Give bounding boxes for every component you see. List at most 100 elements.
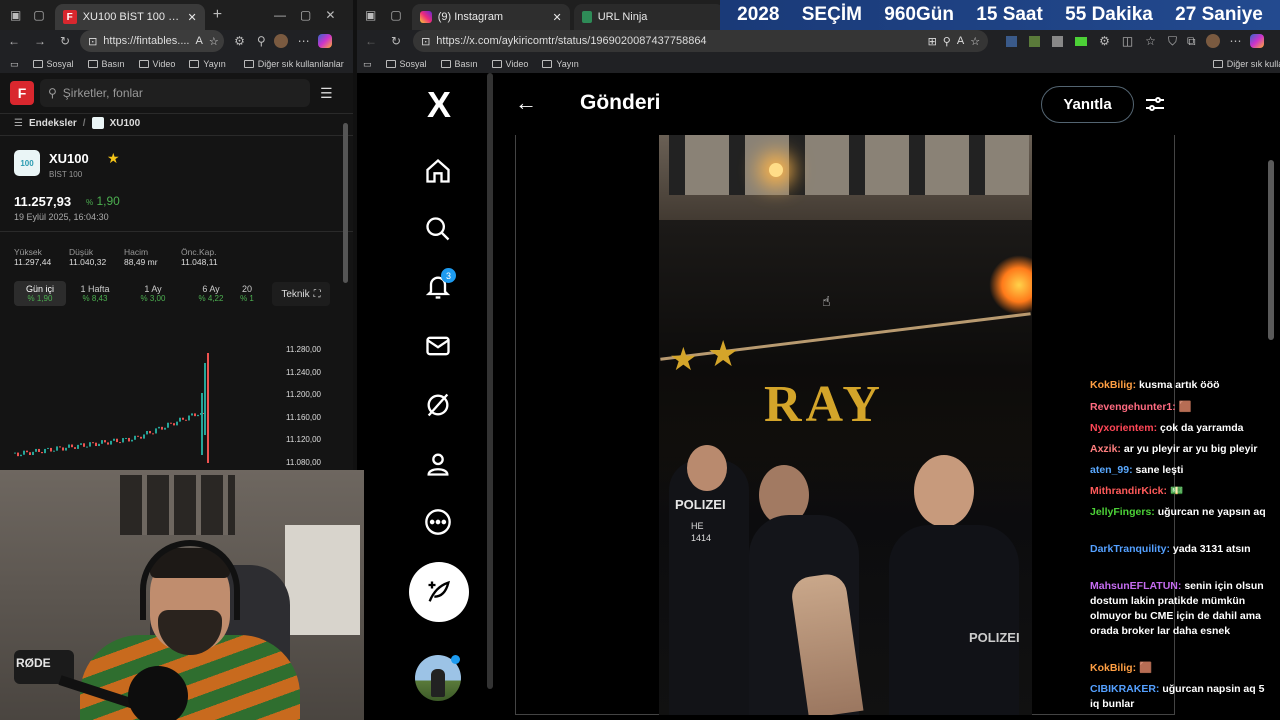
read-aloud-icon[interactable]: A: [196, 35, 203, 47]
bookmark-basin[interactable]: Basın: [87, 59, 125, 69]
workspaces-icon[interactable]: ▣: [10, 8, 21, 22]
favorites-icon[interactable]: ☆: [1145, 34, 1156, 48]
avatar-status-dot: [451, 655, 460, 664]
back-arrow-icon[interactable]: ←: [515, 90, 537, 116]
close-tab-icon[interactable]: ✕: [552, 11, 561, 24]
candle: [167, 422, 169, 428]
new-tab-icon[interactable]: +: [213, 6, 222, 24]
shield-icon[interactable]: ⛉: [1168, 34, 1177, 49]
workspaces-icon[interactable]: ▣: [365, 8, 376, 22]
range-tab-1m[interactable]: 1 Ay% 3,00: [124, 281, 182, 306]
compose-button[interactable]: [409, 562, 469, 622]
more-menu-icon[interactable]: ⋯: [298, 34, 310, 48]
tab-actions-icon[interactable]: ▢: [33, 8, 44, 22]
symbol-title: XU100: [49, 151, 89, 166]
back-icon[interactable]: ←: [8, 34, 20, 48]
site-info-icon[interactable]: ⊡: [421, 35, 430, 48]
tab-actions-icon[interactable]: ▢: [390, 8, 401, 22]
nav-explore[interactable]: [408, 204, 468, 254]
favorite-star-icon[interactable]: ★: [107, 150, 120, 167]
stat-label: Yüksek: [14, 247, 42, 257]
candle: [101, 440, 103, 444]
bookmark-yayin[interactable]: Yayın: [542, 59, 579, 69]
app-available-icon[interactable]: ⊞: [928, 35, 937, 48]
fintables-logo[interactable]: F: [10, 81, 34, 105]
bookmark-basin[interactable]: Basın: [440, 59, 478, 69]
extensions-icon[interactable]: ⚙: [234, 34, 245, 48]
minimize-icon[interactable]: —: [274, 8, 286, 22]
chat-text: yada 3131 atsın: [1172, 543, 1251, 555]
pin-icon[interactable]: ⚲: [257, 34, 266, 48]
ext-4-icon[interactable]: [1075, 36, 1088, 46]
bookmark-bar-icon[interactable]: ▭: [10, 59, 19, 70]
maximize-icon[interactable]: ▢: [300, 8, 311, 22]
back-icon[interactable]: ←: [365, 34, 377, 48]
nav-grok[interactable]: [408, 380, 468, 430]
ext-3-icon[interactable]: [1052, 35, 1064, 47]
bookmark-other[interactable]: Diğer sık kullanılanlar: [1212, 59, 1280, 69]
nav-messages[interactable]: [408, 321, 468, 371]
scrollbar[interactable]: [343, 123, 348, 283]
bookmark-sosyal[interactable]: Sosyal: [32, 59, 74, 69]
sliders-icon[interactable]: [1144, 94, 1166, 114]
right-url-field[interactable]: ⊡ https://x.com/aykiricomtr/status/19690…: [413, 30, 989, 52]
site-info-icon[interactable]: ⊡: [88, 35, 97, 48]
range-tab-intraday[interactable]: Gün içi% 1,90: [14, 281, 66, 306]
split-screen-icon[interactable]: ◫: [1122, 34, 1133, 48]
candle: [62, 447, 64, 451]
fintables-search[interactable]: ⚲ Şirketler, fonlar: [40, 79, 310, 107]
teknik-button[interactable]: Teknik ⛶: [272, 282, 330, 306]
divider: [0, 135, 353, 136]
copilot-icon[interactable]: [1249, 34, 1264, 48]
x-logo[interactable]: X: [418, 84, 460, 126]
extensions-icon[interactable]: ⚙: [1099, 34, 1110, 48]
reply-button[interactable]: Yanıtla: [1041, 86, 1134, 123]
page-scrollbar[interactable]: [1268, 160, 1274, 340]
badge-label: HE 1414: [691, 521, 712, 543]
bookmark-bar-icon[interactable]: ▭: [363, 59, 372, 70]
pop-filter: [128, 666, 188, 720]
bookmark-video[interactable]: Video: [491, 59, 528, 69]
read-aloud-icon[interactable]: A: [957, 35, 964, 47]
nav-home[interactable]: [408, 146, 468, 196]
ext-2-icon[interactable]: [1029, 35, 1041, 47]
post-video[interactable]: ★ ★ RAY POLIZEI HE 1414 POLIZEI ☝: [659, 135, 1032, 715]
chat-username: Nyxorientem:: [1090, 422, 1158, 434]
favorite-star-icon[interactable]: ☆: [209, 35, 219, 48]
nav-notifications[interactable]: [408, 262, 468, 312]
copilot-icon[interactable]: [317, 34, 332, 48]
range-tab-1w[interactable]: 1 Hafta% 8,43: [66, 281, 124, 306]
tab-url-ninja[interactable]: URL Ninja: [573, 4, 724, 30]
candle: [83, 443, 85, 447]
nav-profile[interactable]: [408, 439, 468, 489]
chat-message: JellyFingers: uğurcan ne yapsın aq: [1090, 505, 1275, 520]
close-window-icon[interactable]: ✕: [325, 8, 335, 22]
range-tab-6m[interactable]: 6 Ay% 4,22: [182, 281, 240, 306]
forward-icon[interactable]: →: [34, 34, 46, 48]
bookmark-other[interactable]: Diğer sık kullanılanlar: [243, 59, 344, 69]
nav-more[interactable]: [408, 497, 468, 547]
left-url-field[interactable]: ⊡ https://fintables.... A ☆: [80, 30, 225, 52]
breadcrumb-xu100[interactable]: XU100: [110, 118, 141, 129]
reload-icon[interactable]: ↻: [391, 34, 401, 48]
candle: [65, 447, 67, 451]
reload-icon[interactable]: ↻: [60, 34, 70, 48]
collections-icon[interactable]: ⧉: [1187, 34, 1196, 49]
bookmark-video[interactable]: Video: [138, 59, 175, 69]
tab-instagram[interactable]: (9) Instagram ✕: [411, 4, 570, 30]
hamburger-menu-icon[interactable]: ☰: [320, 85, 333, 102]
chat-username: KokBilig:: [1090, 662, 1137, 674]
candle: [113, 438, 115, 441]
bookmark-sosyal[interactable]: Sosyal: [385, 59, 427, 69]
ext-1-icon[interactable]: [1006, 35, 1018, 47]
profile-avatar-icon[interactable]: [273, 34, 288, 48]
profile-avatar-icon[interactable]: [1205, 34, 1220, 48]
more-menu-icon[interactable]: ⋯: [1230, 34, 1242, 48]
breadcrumb-endeksler[interactable]: Endeksler: [29, 118, 77, 129]
zoom-icon[interactable]: ⚲: [943, 35, 951, 48]
tab-fintables[interactable]: F XU100 BİST 100 Fiyatı ve Grafiği ✕: [54, 4, 205, 30]
close-tab-icon[interactable]: ✕: [187, 11, 196, 24]
bookmark-yayin[interactable]: Yayın: [189, 59, 226, 69]
range-tab-more[interactable]: 20% 1: [240, 281, 254, 306]
favorite-star-icon[interactable]: ☆: [970, 35, 980, 48]
